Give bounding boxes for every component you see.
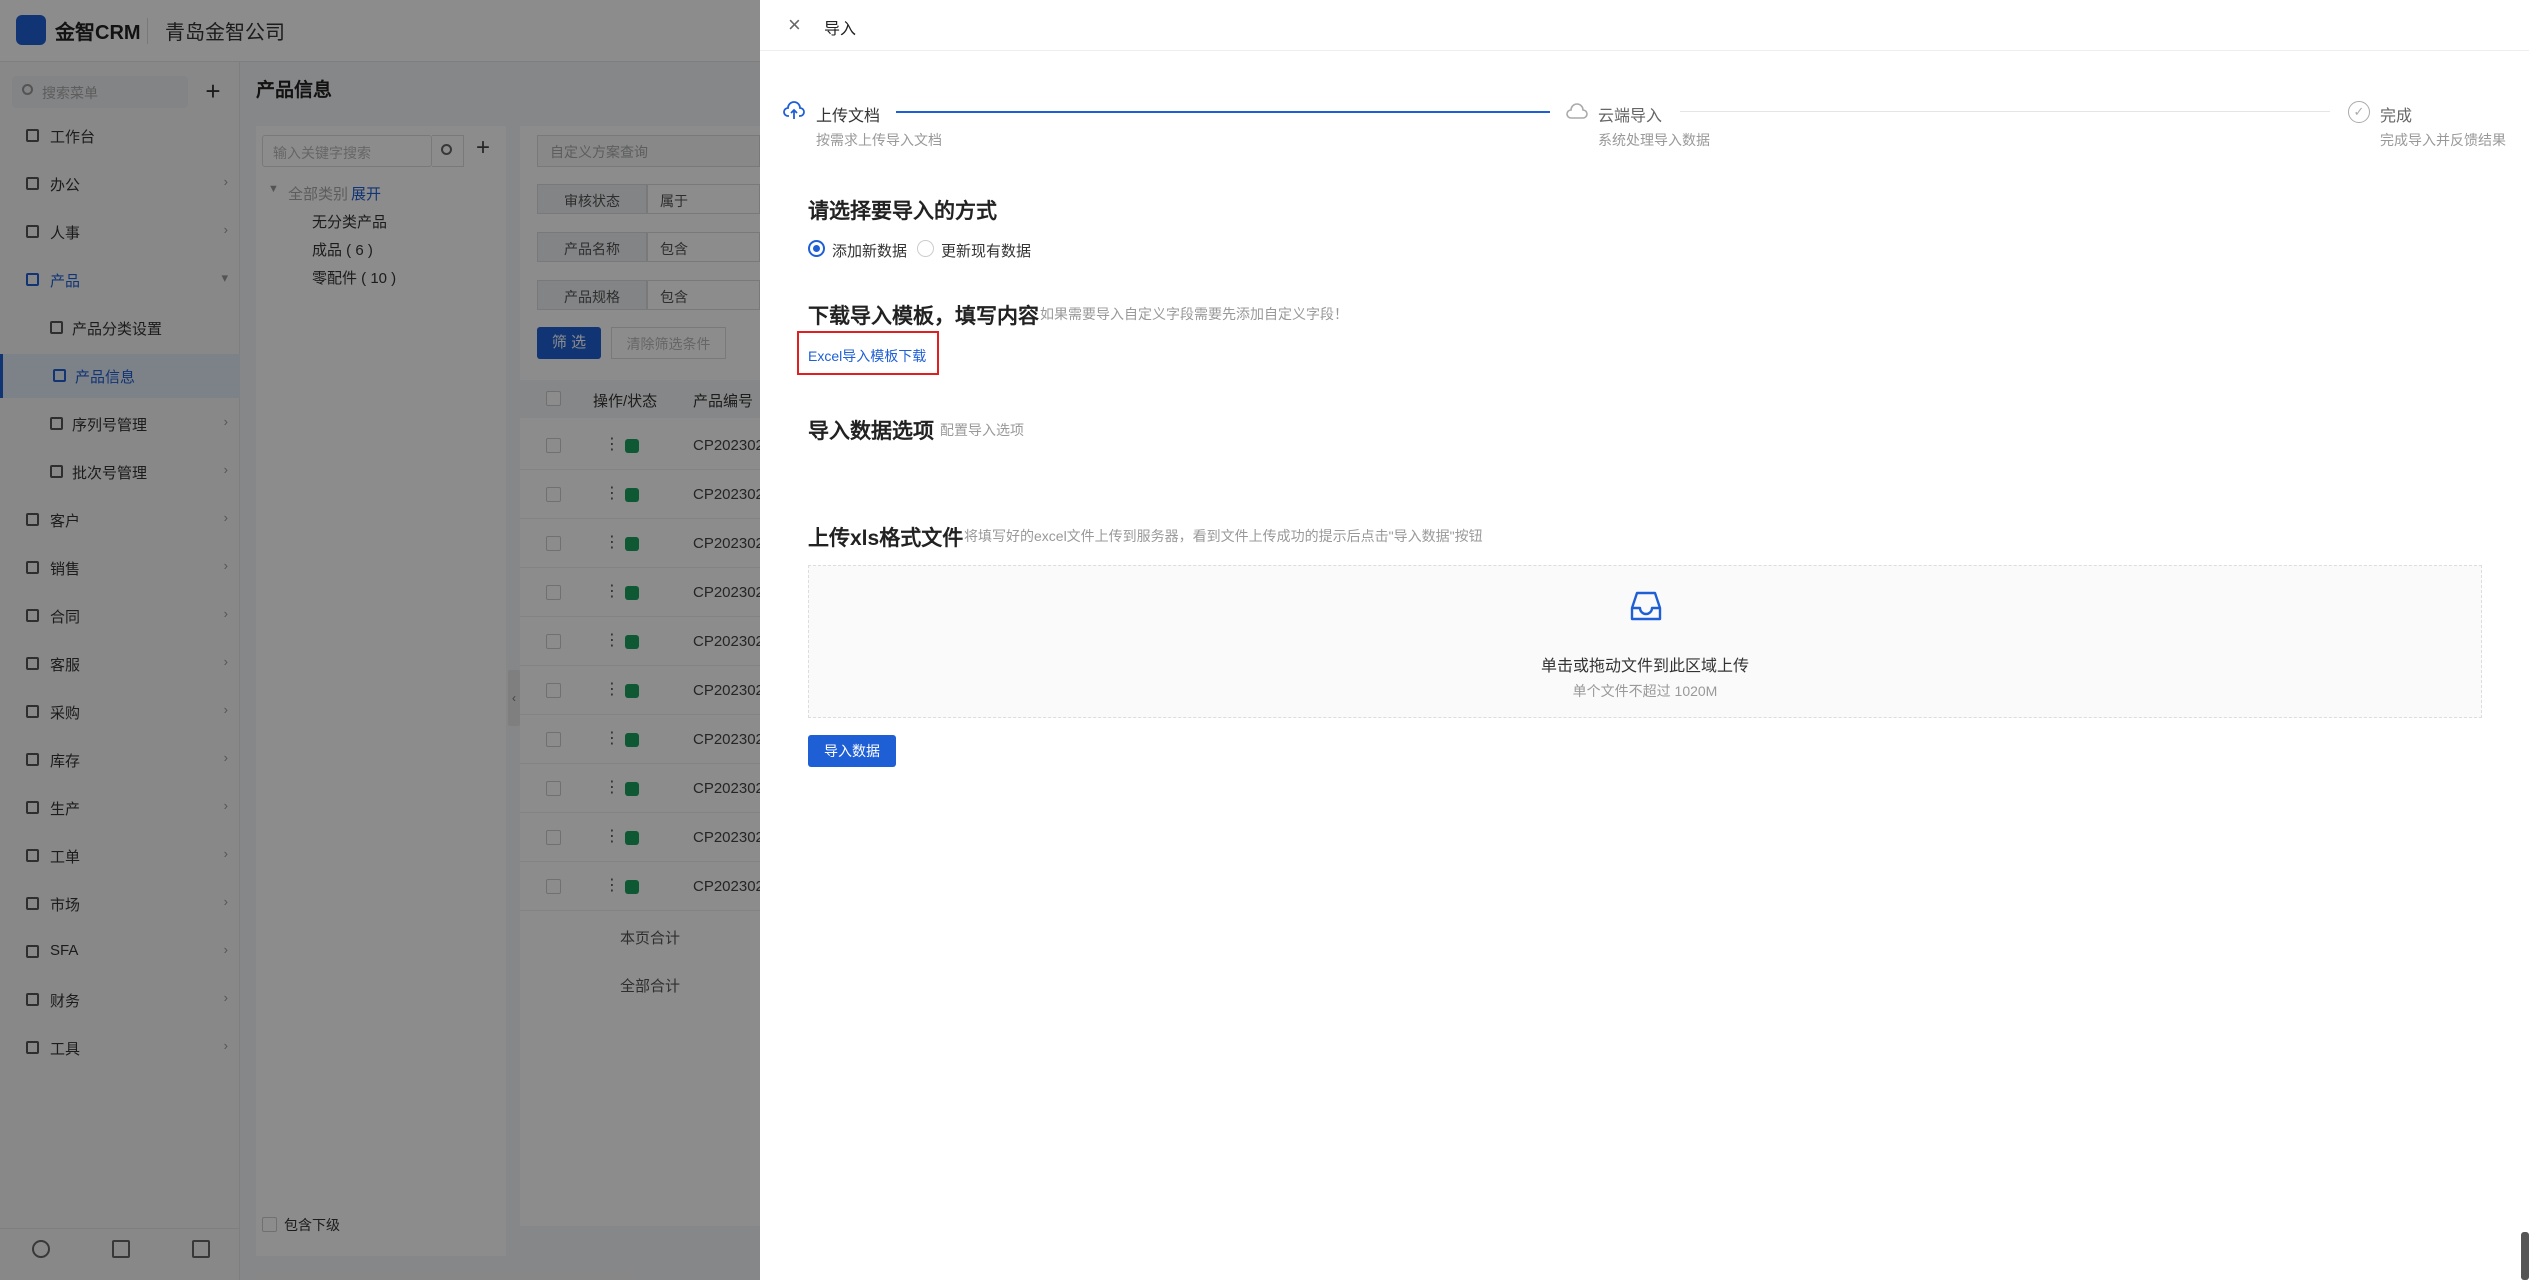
step-upload-desc: 按需求上传导入文档 [816, 132, 942, 148]
cloud-upload-icon [783, 100, 805, 122]
cloud-icon [1566, 102, 1588, 122]
options-section-title: 导入数据选项 [808, 420, 934, 443]
step-connector-pending [1680, 111, 2330, 112]
step-done-desc: 完成导入并反馈结果 [2380, 132, 2506, 148]
check-circle-icon: ✓ [2348, 101, 2370, 123]
import-mode-title: 请选择要导入的方式 [808, 200, 997, 223]
excel-template-download-link[interactable]: Excel导入模板下载 [808, 346, 926, 366]
radio-add-new-label[interactable]: 添加新数据 [832, 240, 907, 261]
radio-update-existing[interactable] [917, 240, 934, 257]
upload-section-title: 上传xls格式文件 [808, 527, 964, 550]
dropzone-title: 单击或拖动文件到此区域上传 [1540, 658, 1749, 675]
step-upload-label: 上传文档 [816, 108, 881, 125]
template-section-hint: 如果需要导入自定义字段需要先添加自定义字段！ [1040, 306, 1348, 322]
import-data-button[interactable]: 导入数据 [808, 735, 896, 767]
radio-update-existing-label[interactable]: 更新现有数据 [941, 240, 1031, 261]
options-section-hint: 配置导入选项 [940, 422, 1024, 438]
step-connector-done [896, 111, 1550, 113]
step-cloud-desc: 系统处理导入数据 [1598, 132, 1710, 148]
close-icon[interactable]: × [788, 12, 801, 38]
drawer-header [760, 0, 2529, 51]
template-section-title: 下载导入模板，填写内容 [808, 305, 1039, 328]
step-cloud-label: 云端导入 [1598, 108, 1663, 125]
upload-section-hint: 将填写好的excel文件上传到服务器，看到文件上传成功的提示后点击"导入数据"按… [964, 528, 1483, 544]
dropzone-subtitle: 单个文件不超过 1020M [1572, 683, 1718, 699]
inbox-icon [1628, 588, 1664, 624]
scrollbar-thumb[interactable] [2521, 1232, 2529, 1280]
step-done-label: 完成 [2380, 108, 2413, 125]
radio-add-new[interactable] [808, 240, 825, 257]
drawer-title: 导入 [824, 21, 857, 38]
modal-mask[interactable] [0, 0, 760, 1280]
